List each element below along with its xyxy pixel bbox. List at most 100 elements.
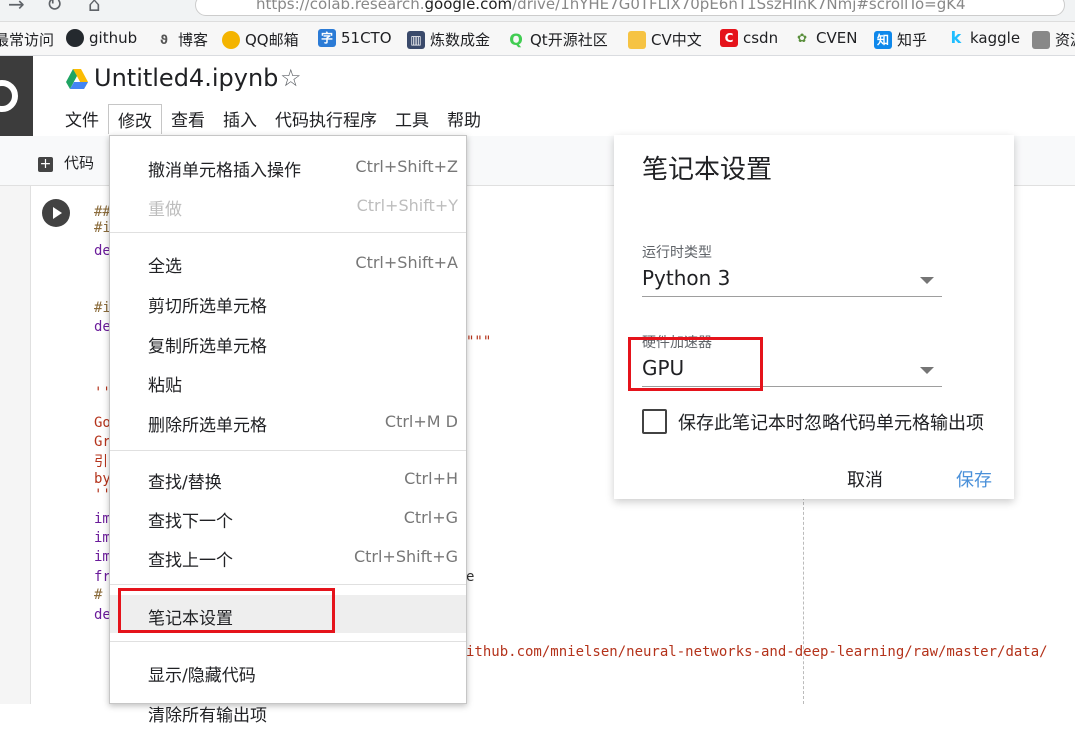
bookmark-resources[interactable]: 资源 bbox=[1032, 29, 1075, 50]
kaggle-icon: k bbox=[950, 28, 962, 47]
menu-item-delete-cells[interactable]: 删除所选单元格 Ctrl+M D bbox=[110, 402, 466, 440]
bookmark-qt[interactable]: Q Qt开源社区 bbox=[507, 29, 608, 50]
dropdown-arrow-icon bbox=[920, 367, 934, 374]
menu-item-copy-cells[interactable]: 复制所选单元格 bbox=[110, 323, 466, 361]
plus-icon: + bbox=[38, 156, 53, 172]
menu-divider bbox=[110, 641, 466, 642]
cancel-button[interactable]: 取消 bbox=[847, 466, 883, 492]
bookmark-51cto[interactable]: 字 51CTO bbox=[318, 29, 392, 47]
bookmark-label: 知乎 bbox=[897, 31, 928, 49]
menu-item-label: 全选 bbox=[148, 257, 182, 277]
zhihu-icon: 知 bbox=[874, 30, 892, 49]
menu-item-shortcut: Ctrl+H bbox=[404, 469, 458, 488]
bookmark-github[interactable]: github bbox=[66, 29, 137, 47]
home-icon[interactable]: ⌂ bbox=[88, 0, 101, 16]
menu-item-paste[interactable]: 粘贴 bbox=[110, 362, 466, 400]
menu-item-find-next[interactable]: 查找下一个 Ctrl+G bbox=[110, 498, 466, 536]
bookmark-cven[interactable]: ✿ CVEN bbox=[793, 29, 857, 47]
menu-item-toggle-code[interactable]: 显示/隐藏代码 bbox=[110, 652, 466, 690]
annotation-highlight-box bbox=[628, 337, 763, 391]
bookmark-label: 资源 bbox=[1055, 31, 1075, 49]
menu-bar: 文件 修改 查看 插入 代码执行程序 工具 帮助 bbox=[56, 104, 490, 134]
menu-tools[interactable]: 工具 bbox=[386, 104, 438, 134]
qt-icon: Q bbox=[509, 29, 523, 49]
github-icon bbox=[66, 29, 84, 47]
reload-icon[interactable]: ↻ bbox=[46, 0, 63, 16]
menu-help[interactable]: 帮助 bbox=[438, 104, 490, 134]
add-code-button[interactable]: + 代码 bbox=[38, 152, 94, 173]
bookmark-label: csdn bbox=[743, 29, 779, 47]
bookmark-qqmail[interactable]: QQ邮箱 bbox=[222, 29, 299, 50]
menu-item-shortcut: Ctrl+Shift+A bbox=[355, 253, 458, 272]
csdn-icon: C bbox=[720, 29, 738, 47]
menu-item-label: 查找/替换 bbox=[148, 473, 222, 493]
bookmark-most-visited[interactable]: 最常访问 bbox=[0, 29, 54, 50]
menu-item-label: 剪切所选单元格 bbox=[148, 297, 267, 317]
url-domain: google.com bbox=[424, 0, 513, 13]
runtime-type-select[interactable]: Python 3 bbox=[642, 263, 942, 297]
51cto-icon: 字 bbox=[318, 29, 336, 47]
url-field[interactable]: https://colab.research.google.com/drive/… bbox=[195, 0, 1065, 16]
bookmark-zhihu[interactable]: 知知乎 bbox=[874, 29, 927, 50]
bookmark-label: 炼数成金 bbox=[430, 31, 491, 49]
dropdown-arrow-icon bbox=[920, 277, 934, 284]
bookmark-label: CV中文 bbox=[651, 31, 702, 49]
menu-item-shortcut: Ctrl+Shift+G bbox=[353, 547, 458, 566]
menu-insert[interactable]: 插入 bbox=[214, 104, 266, 134]
menu-divider bbox=[110, 232, 466, 233]
code-line: e bbox=[466, 569, 475, 585]
bookmark-cv-chinese[interactable]: CV中文 bbox=[628, 29, 702, 50]
chart-icon: ▥ bbox=[407, 30, 425, 49]
forward-icon[interactable]: → bbox=[8, 0, 25, 16]
bookmark-lianshu[interactable]: ▥ 炼数成金 bbox=[407, 29, 490, 50]
add-code-label: 代码 bbox=[64, 154, 95, 172]
url-prefix: https://colab.research. bbox=[256, 0, 425, 13]
bookmark-kaggle[interactable]: k kaggle bbox=[947, 28, 1021, 48]
menu-item-label: 删除所选单元格 bbox=[148, 416, 267, 436]
runtime-type-label: 运行时类型 bbox=[642, 245, 712, 261]
menu-file[interactable]: 文件 bbox=[56, 104, 108, 134]
menu-item-label: 清除所有输出项 bbox=[148, 706, 267, 726]
menu-item-shortcut: Ctrl+M D bbox=[384, 412, 458, 431]
menu-item-select-all[interactable]: 全选 Ctrl+Shift+A bbox=[110, 243, 466, 281]
folder-icon bbox=[628, 30, 646, 49]
code-line: # bbox=[94, 587, 103, 603]
menu-item-undo[interactable]: 撤消单元格插入操作 Ctrl+Shift+Z bbox=[110, 147, 466, 185]
code-line: ithub.com/mnielsen/neural-networks-and-d… bbox=[466, 644, 1048, 660]
menu-view[interactable]: 查看 bbox=[162, 104, 214, 134]
qq-mail-icon bbox=[222, 30, 240, 49]
menu-item-clear-outputs[interactable]: 清除所有输出项 bbox=[110, 692, 466, 730]
menu-edit[interactable]: 修改 bbox=[108, 104, 162, 134]
notebook-settings-dialog: 笔记本设置 运行时类型 Python 3 硬件加速器 GPU 保存此笔记本时忽略… bbox=[614, 135, 1014, 499]
bookmark-label: 最常访问 bbox=[0, 31, 55, 49]
menu-item-shortcut: Ctrl+Shift+Z bbox=[355, 157, 458, 176]
save-button[interactable]: 保存 bbox=[956, 466, 992, 492]
omit-output-label[interactable]: 保存此笔记本时忽略代码单元格输出项 bbox=[678, 409, 984, 435]
bookmark-label: github bbox=[89, 29, 138, 47]
dialog-title: 笔记本设置 bbox=[642, 155, 773, 185]
menu-item-shortcut: Ctrl+G bbox=[403, 508, 458, 527]
bookmark-blog[interactable]: ϑ 博客 bbox=[155, 29, 208, 50]
menu-runtime[interactable]: 代码执行程序 bbox=[266, 104, 386, 134]
bookmark-label: kaggle bbox=[970, 29, 1021, 47]
menu-item-find-replace[interactable]: 查找/替换 Ctrl+H bbox=[110, 459, 466, 497]
menu-item-redo[interactable]: 重做 Ctrl+Shift+Y bbox=[110, 186, 466, 224]
menu-item-cut-cells[interactable]: 剪切所选单元格 bbox=[110, 283, 466, 321]
menu-item-label: 查找下一个 bbox=[148, 512, 233, 532]
folder-icon bbox=[1032, 30, 1050, 49]
bookmark-label: QQ邮箱 bbox=[245, 31, 299, 49]
bookmark-csdn[interactable]: Ccsdn bbox=[720, 29, 778, 47]
menu-item-label: 重做 bbox=[148, 200, 182, 220]
bookmark-label: 51CTO bbox=[341, 29, 392, 47]
runtime-type-value: Python 3 bbox=[642, 266, 731, 290]
omit-output-checkbox[interactable] bbox=[642, 409, 667, 434]
run-cell-button[interactable] bbox=[42, 199, 70, 227]
menu-item-label: 查找上一个 bbox=[148, 551, 233, 571]
browser-address-bar: → ↻ ⌂ https://colab.research.google.com/… bbox=[0, 0, 1075, 22]
notebook-title[interactable]: Untitled4.ipynb bbox=[94, 64, 278, 92]
colab-logo[interactable] bbox=[0, 56, 33, 136]
menu-item-find-previous[interactable]: 查找上一个 Ctrl+Shift+G bbox=[110, 537, 466, 575]
star-icon[interactable]: ☆ bbox=[280, 64, 302, 92]
bookmarks-bar: 最常访问 github ϑ 博客 QQ邮箱 字 51CTO ▥ 炼数成金 Q Qt开源社… bbox=[0, 22, 1075, 56]
bookmark-label: 博客 bbox=[178, 31, 209, 49]
